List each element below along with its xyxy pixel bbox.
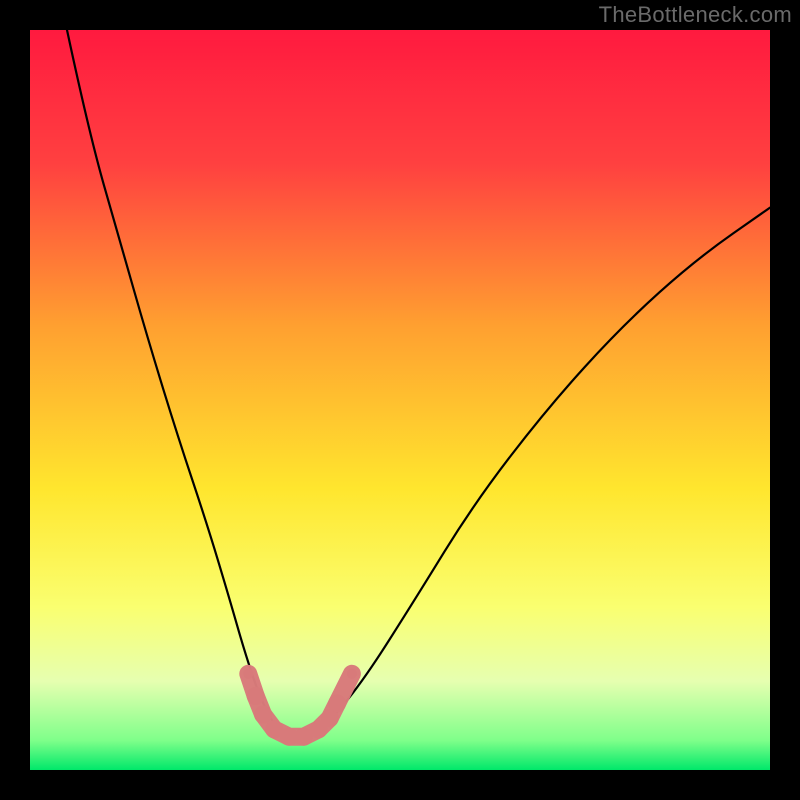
highlight-marker <box>328 694 346 712</box>
chart-svg <box>30 30 770 770</box>
watermark-text: TheBottleneck.com <box>599 2 792 28</box>
highlight-marker <box>243 669 253 679</box>
plot-area <box>30 30 770 770</box>
highlight-marker <box>347 669 357 679</box>
gradient-background <box>30 30 770 770</box>
chart-frame: TheBottleneck.com <box>0 0 800 800</box>
highlight-marker <box>247 687 265 705</box>
highlight-marker <box>254 706 272 724</box>
